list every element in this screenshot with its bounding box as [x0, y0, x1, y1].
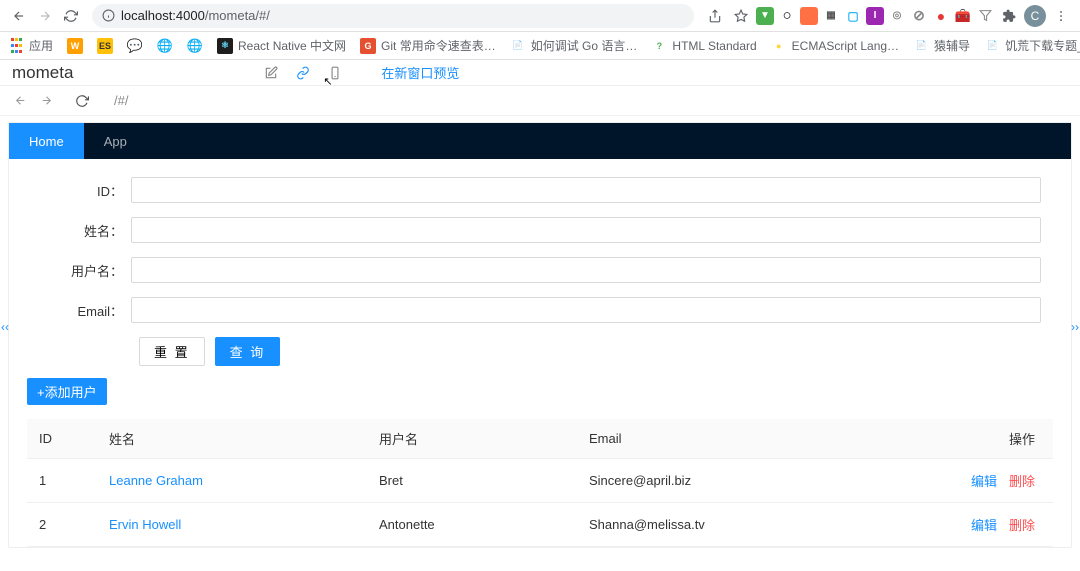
mobile-icon[interactable]: ↖	[327, 65, 343, 81]
th-username: 用户名	[367, 419, 577, 459]
reset-button[interactable]: 重 置	[139, 337, 205, 366]
inner-back-button[interactable]	[10, 91, 30, 111]
bookmark-item[interactable]: GGit 常用命令速查表…	[360, 37, 496, 54]
forward-button[interactable]	[34, 5, 56, 27]
ext-grid-icon[interactable]: ◎	[888, 7, 906, 25]
menu-dots-icon[interactable]	[1050, 5, 1072, 27]
label-name: 姓名：	[39, 221, 131, 240]
bookmark-item[interactable]: 💬	[127, 38, 143, 54]
bookmark-item[interactable]: 🌐	[157, 38, 173, 54]
inner-forward-button[interactable]	[36, 91, 56, 111]
th-id: ID	[27, 419, 97, 459]
back-button[interactable]	[8, 5, 30, 27]
cell-name-link[interactable]: Ervin Howell	[109, 517, 181, 532]
input-email[interactable]	[131, 297, 1041, 323]
ext-red-icon[interactable]: ●	[932, 7, 950, 25]
info-icon	[102, 9, 115, 22]
apps-icon	[8, 38, 24, 54]
th-email: Email	[577, 419, 933, 459]
url-bar[interactable]: localhost:4000/mometa/#/	[92, 4, 694, 28]
bookmark-item[interactable]: ES	[97, 38, 113, 54]
reload-button[interactable]	[60, 5, 82, 27]
label-username: 用户名：	[39, 261, 131, 280]
query-button[interactable]: 查 询	[215, 337, 281, 366]
th-name: 姓名	[97, 419, 367, 459]
ext-shield-icon[interactable]: ▼	[756, 7, 774, 25]
apps-button[interactable]: 应用	[8, 37, 53, 54]
link-icon[interactable]	[295, 65, 311, 81]
ext-filter-icon[interactable]	[976, 7, 994, 25]
bookmark-item[interactable]: ?HTML Standard	[651, 38, 756, 54]
left-handle[interactable]: ‹‹	[1, 320, 9, 334]
table-header-row: ID 姓名 用户名 Email 操作	[27, 419, 1053, 459]
cell-email: Sincere@april.biz	[577, 459, 933, 503]
input-id[interactable]	[131, 177, 1041, 203]
bookmark-item[interactable]: 📄如何调试 Go 语言…	[510, 37, 638, 54]
bookmark-item[interactable]: 🌐	[187, 38, 203, 54]
profile-avatar[interactable]: C	[1024, 5, 1046, 27]
browser-toolbar: localhost:4000/mometa/#/ ▼ ○ ▦ ▢ I ◎ ⊘ ●…	[0, 0, 1080, 32]
edit-link[interactable]: 编辑	[971, 518, 997, 533]
ext-qr-icon[interactable]: ▦	[822, 7, 840, 25]
right-handle[interactable]: ››	[1071, 320, 1079, 334]
edit-link[interactable]: 编辑	[971, 474, 997, 489]
app-menu: Home App	[9, 123, 1071, 159]
mometa-toolbar: mometa ↖ 在新窗口预览	[0, 60, 1080, 86]
input-username[interactable]	[131, 257, 1041, 283]
table-row: 2 Ervin Howell AntonetteShanna@melissa.tv 编…	[27, 503, 1053, 547]
app-title: mometa	[12, 63, 73, 83]
extensions-icon[interactable]	[998, 5, 1020, 27]
menu-item-home[interactable]: Home	[9, 123, 84, 159]
bookmark-item[interactable]: ●ECMAScript Lang…	[771, 38, 899, 54]
bookmark-item[interactable]: W	[67, 38, 83, 54]
cell-username: Bret	[367, 459, 577, 503]
input-name[interactable]	[131, 217, 1041, 243]
bookmark-item[interactable]: 📄饥荒下载专题_中文…	[984, 37, 1080, 54]
ext-video-icon[interactable]: ▢	[844, 7, 862, 25]
bookmarks-bar: 应用 W ES 💬 🌐 🌐 ⚛React Native 中文网 GGit 常用命…	[0, 32, 1080, 60]
cell-name-link[interactable]: Leanne Graham	[109, 473, 203, 488]
cell-id: 1	[27, 459, 97, 503]
edit-icon[interactable]	[263, 65, 279, 81]
cell-id: 2	[27, 503, 97, 547]
apps-label: 应用	[29, 37, 53, 54]
ext-circle-icon[interactable]: ○	[778, 7, 796, 25]
delete-link[interactable]: 删除	[1009, 518, 1035, 533]
bookmark-item[interactable]: ⚛React Native 中文网	[217, 37, 346, 54]
add-user-button[interactable]: +添加用户	[27, 378, 107, 405]
preview-panel: Home App ID： 姓名： 用户名： Email： 重 置 查 询 +添加…	[8, 122, 1072, 548]
cell-email: Shanna@melissa.tv	[577, 503, 933, 547]
user-table: ID 姓名 用户名 Email 操作 1 Leanne Graham BretSin…	[27, 419, 1053, 547]
delete-link[interactable]: 删除	[1009, 474, 1035, 489]
ext-toolbox-icon[interactable]: 🧰	[954, 7, 972, 25]
cell-username: Antonette	[367, 503, 577, 547]
label-id: ID：	[39, 181, 131, 200]
th-actions: 操作	[933, 419, 1053, 459]
table-row: 1 Leanne Graham BretSincere@april.biz 编辑删除	[27, 459, 1053, 503]
bookmark-item[interactable]: 📄猿辅导	[913, 37, 970, 54]
ext-orange-icon[interactable]	[800, 7, 818, 25]
preview-link[interactable]: 在新窗口预览	[381, 63, 459, 82]
inner-nav: /#/	[0, 86, 1080, 116]
menu-item-app[interactable]: App	[84, 123, 147, 159]
url-text: localhost:4000/mometa/#/	[121, 8, 270, 23]
inner-url: /#/	[114, 93, 128, 108]
star-icon[interactable]	[730, 5, 752, 27]
inner-reload-button[interactable]	[72, 91, 92, 111]
label-email: Email：	[39, 301, 131, 320]
filter-form: ID： 姓名： 用户名： Email： 重 置 查 询	[9, 159, 1071, 366]
share-icon[interactable]	[704, 5, 726, 27]
ext-block-icon[interactable]: ⊘	[910, 7, 928, 25]
ext-purple-icon[interactable]: I	[866, 7, 884, 25]
